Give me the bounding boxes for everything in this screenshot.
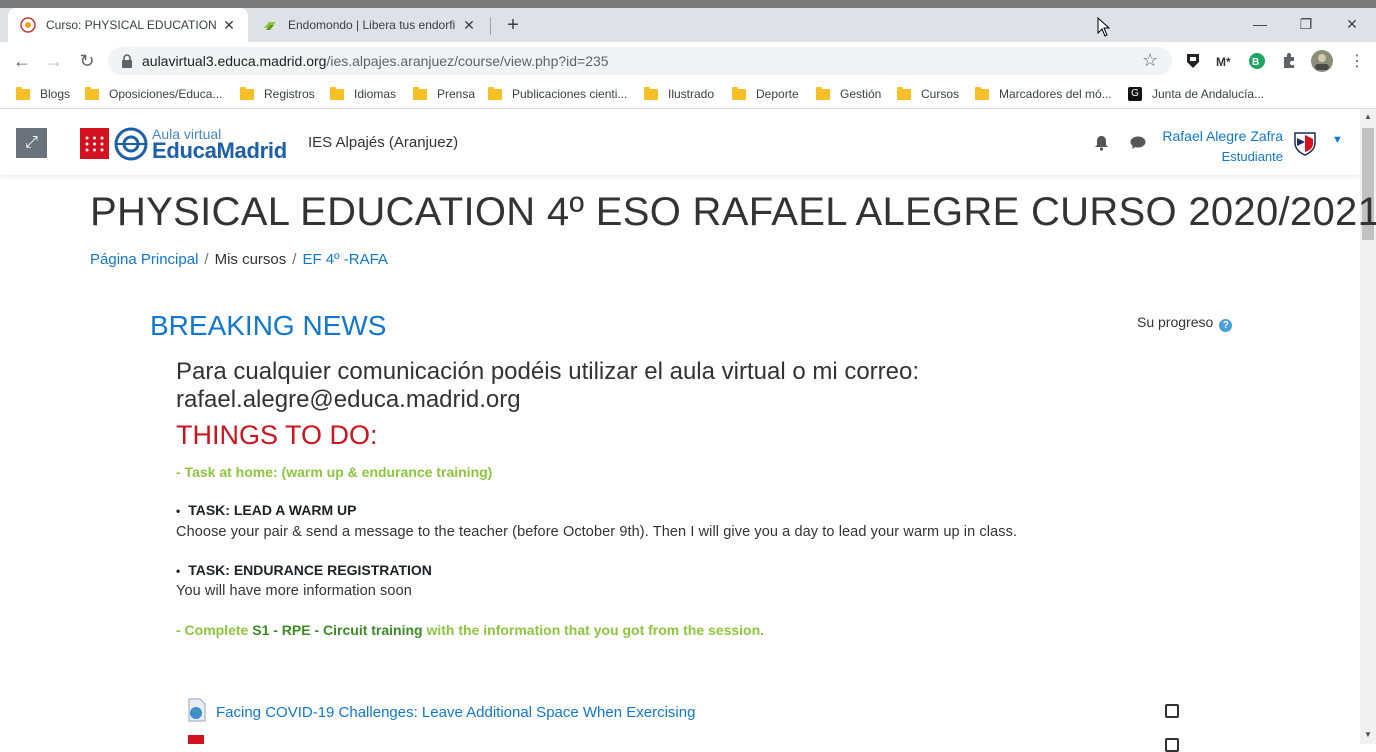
folder-icon <box>85 86 99 100</box>
folder-icon <box>240 86 254 100</box>
task-lead-warmup-body: Choose your pair & send a message to the… <box>176 524 1018 540</box>
minimize-button[interactable]: — <box>1237 10 1283 38</box>
activity-link[interactable]: Facing COVID-19 Challenges: Leave Additi… <box>216 704 695 721</box>
back-icon[interactable]: ← <box>9 48 35 74</box>
bookmark-publicaciones[interactable]: Publicaciones cienti... <box>488 84 627 104</box>
folder-icon <box>644 86 658 100</box>
bullet-icon: • <box>176 504 181 518</box>
endomondo-favicon-icon <box>264 22 276 30</box>
window-top-strip <box>0 0 1376 8</box>
folder-icon <box>330 86 344 100</box>
reload-icon[interactable]: ↻ <box>74 48 100 74</box>
folder-icon <box>897 86 911 100</box>
extensions-puzzle-icon[interactable] <box>1279 51 1299 71</box>
progress-text: Su progreso <box>1137 314 1214 330</box>
completion-checkbox-next[interactable] <box>1165 738 1179 752</box>
forward-icon[interactable]: → <box>41 48 67 74</box>
extension-green-icon[interactable]: B <box>1247 51 1267 71</box>
folder-icon <box>488 86 502 100</box>
course-title: PHYSICAL EDUCATION 4º ESO RAFAEL ALEGRE … <box>90 190 1376 234</box>
task-lead-warmup-title: • TASK: LEAD A WARM UP <box>176 502 357 518</box>
tab-separator <box>490 17 491 35</box>
user-menu-caret-icon[interactable]: ▼ <box>1332 134 1343 146</box>
scroll-up-arrow-icon[interactable]: ▲ <box>1362 112 1374 121</box>
task-endurance-title: • TASK: ENDURANCE REGISTRATION <box>176 562 432 578</box>
tab-title: Endomondo | Libera tus endorfinas <box>288 18 456 32</box>
url-resource-icon <box>188 698 206 722</box>
breadcrumb-separator: / <box>204 251 209 268</box>
user-name[interactable]: Rafael Alegre Zafra <box>1100 128 1283 144</box>
task-endurance-body: You will have more information soon <box>176 583 412 599</box>
browser-menu-icon[interactable]: ⋮ <box>1349 51 1365 71</box>
bookmark-idiomas[interactable]: Idiomas <box>330 84 396 104</box>
junta-favicon-icon: G <box>1128 87 1142 101</box>
educamadrid-globe-icon <box>114 127 148 161</box>
task-at-home: - Task at home: (warm up & endurance tra… <box>176 464 493 480</box>
breadcrumb-separator: / <box>292 251 297 268</box>
user-avatar-shield-icon[interactable] <box>1292 130 1318 156</box>
bookmark-registros[interactable]: Registros <box>240 84 315 104</box>
folder-icon <box>975 86 989 100</box>
mouse-cursor-icon <box>1097 17 1111 37</box>
breadcrumb-home[interactable]: Página Principal <box>90 251 198 268</box>
lock-icon <box>122 54 132 68</box>
logo-educamadrid: EducaMadrid <box>152 138 287 163</box>
moodle-favicon-icon <box>20 17 36 33</box>
folder-icon <box>16 86 30 100</box>
bookmark-prensa[interactable]: Prensa <box>413 84 475 104</box>
tab-close-icon[interactable]: ✕ <box>462 17 476 33</box>
user-role: Estudiante <box>1221 149 1283 164</box>
tab-title: Curso: PHYSICAL EDUCATION 4º ESO RAFAEL … <box>46 18 216 32</box>
complete-instruction: - Complete S1 - RPE - Circuit training w… <box>176 622 765 638</box>
scroll-down-arrow-icon[interactable]: ▼ <box>1362 730 1374 739</box>
school-name[interactable]: IES Alpajés (Aranjuez) <box>308 134 458 151</box>
things-to-do-heading: THINGS TO DO: <box>176 420 378 450</box>
maximize-button[interactable]: ❐ <box>1283 10 1329 38</box>
profile-avatar-icon[interactable] <box>1310 49 1334 73</box>
circuit-training-link[interactable]: S1 - RPE - Circuit training <box>252 622 422 638</box>
progress-label: Su progreso? <box>1137 314 1233 332</box>
url-text[interactable]: aulavirtual3.educa.madrid.org/ies.alpaje… <box>142 53 609 69</box>
comunidad-madrid-logo <box>80 128 109 159</box>
bullet-icon: • <box>176 564 181 578</box>
folder-icon <box>413 86 427 100</box>
extension-m-icon[interactable]: M* <box>1214 51 1234 71</box>
bookmark-ilustrado[interactable]: Ilustrado <box>644 84 714 104</box>
completion-checkbox[interactable] <box>1165 704 1179 718</box>
bookmark-junta[interactable]: G Junta de Andalucía... <box>1128 84 1264 104</box>
bookmark-deporte[interactable]: Deporte <box>732 84 799 104</box>
next-activity-icon <box>188 735 204 744</box>
bookmark-gestion[interactable]: Gestión <box>816 84 881 104</box>
bookmark-blogs[interactable]: Blogs <box>16 84 70 104</box>
close-window-button[interactable]: ✕ <box>1329 10 1375 38</box>
expand-drawer-button[interactable]: ⤢ <box>16 128 47 158</box>
bookmark-star-icon[interactable]: ☆ <box>1142 50 1158 71</box>
bookmark-cursos[interactable]: Cursos <box>897 84 959 104</box>
bookmark-oposiciones[interactable]: Oposiciones/Educa... <box>85 84 222 104</box>
breadcrumb-course[interactable]: EF 4º -RAFA <box>302 251 388 268</box>
bookmark-marcadores[interactable]: Marcadores del mó... <box>975 84 1112 104</box>
svg-text:B: B <box>1252 57 1259 68</box>
stars-icon <box>85 136 104 152</box>
help-icon[interactable]: ? <box>1219 319 1233 332</box>
svg-text:M*: M* <box>1216 55 1231 69</box>
new-tab-button[interactable]: + <box>502 14 524 36</box>
section-title[interactable]: BREAKING NEWS <box>150 310 386 342</box>
contact-message: Para cualquier comunicación podéis utili… <box>176 358 920 413</box>
folder-icon <box>732 86 746 100</box>
folder-icon <box>816 86 830 100</box>
breadcrumb: Página Principal / Mis cursos / EF 4º -RAFA <box>90 251 388 268</box>
breadcrumb-my-courses: Mis cursos <box>214 251 287 268</box>
extension-shield-icon[interactable] <box>1183 51 1203 71</box>
tab-course[interactable]: Curso: PHYSICAL EDUCATION 4º ESO RAFAEL … <box>8 8 248 42</box>
tab-endomondo[interactable]: Endomondo | Libera tus endorfinas ✕ <box>250 8 488 42</box>
tab-close-icon[interactable]: ✕ <box>222 17 236 33</box>
